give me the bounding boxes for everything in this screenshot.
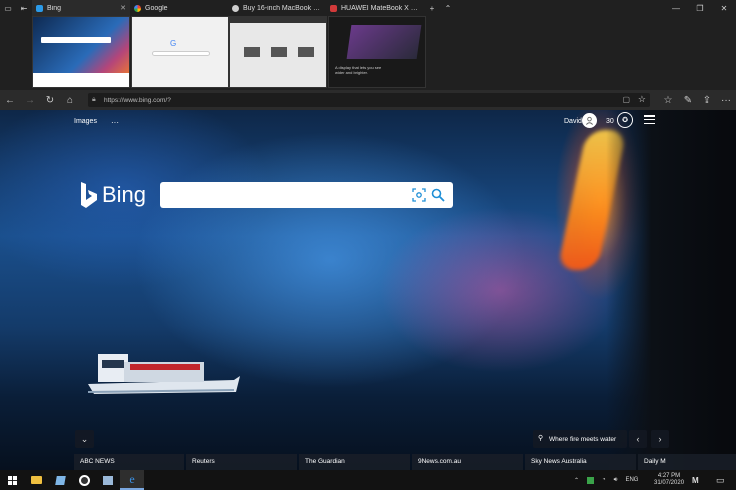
outlook-icon[interactable] xyxy=(96,470,120,490)
tab-macbook[interactable]: Buy 16-inch MacBook Pro - xyxy=(228,0,326,16)
tab-bing[interactable]: Bing ✕ xyxy=(32,0,130,16)
search-icon[interactable] xyxy=(431,188,445,202)
clock[interactable]: 4:27 PM 31/07/2020 xyxy=(654,470,684,490)
boat-image xyxy=(87,354,240,394)
lock-icon: 🔒︎ xyxy=(92,96,96,103)
reading-view-icon[interactable]: ▢ xyxy=(622,95,630,104)
more-icon[interactable]: ··· xyxy=(716,90,736,110)
previous-image-button[interactable]: ‹ xyxy=(629,430,647,448)
next-image-button[interactable]: › xyxy=(651,430,669,448)
location-pin-icon: ⚲ xyxy=(538,435,544,442)
preview-bing[interactable] xyxy=(32,16,130,88)
image-caption-button[interactable]: ⚲ Where fire meets water xyxy=(533,430,627,448)
chrome-icon[interactable] xyxy=(72,470,96,490)
bing-homepage: Images ··· David 30 ✪ Bing ⌄ ⚲ Where fir… xyxy=(0,110,736,470)
search-box[interactable] xyxy=(160,182,453,208)
rewards-medal-icon[interactable]: ✪ xyxy=(617,112,633,128)
visual-search-icon[interactable] xyxy=(412,188,426,202)
news-item[interactable]: Reuters xyxy=(186,454,297,470)
bing-wordmark: Bing xyxy=(102,182,147,207)
cliff-silhouette xyxy=(606,110,736,470)
bing-logo[interactable]: Bing xyxy=(80,182,146,208)
tray-app-icon[interactable] xyxy=(587,476,595,484)
more-nav-icon[interactable]: ··· xyxy=(111,118,119,127)
search-input[interactable] xyxy=(168,186,398,204)
hide-previews-icon[interactable]: ⌃ xyxy=(440,0,456,16)
action-center-icon[interactable]: ▭ xyxy=(716,470,725,490)
address-bar[interactable]: 🔒︎ https://www.bing.com/? ▢ ☆ xyxy=(88,93,650,107)
close-tab-icon[interactable]: ✕ xyxy=(120,4,126,12)
bing-favicon-icon xyxy=(36,4,43,12)
caption-text: Where fire meets water xyxy=(549,435,617,443)
back-icon[interactable]: ← xyxy=(0,90,20,110)
preview-macbook[interactable] xyxy=(229,16,327,88)
tab-previews: G A display that lets you see wider and … xyxy=(0,16,736,90)
network-icon[interactable]: ◔ xyxy=(602,477,606,483)
user-name[interactable]: David xyxy=(564,118,582,125)
share-icon[interactable]: ⇪ xyxy=(697,90,717,110)
preview-huawei[interactable]: A display that lets you see wider and br… xyxy=(328,16,426,88)
news-item[interactable]: ABC NEWS xyxy=(74,454,184,470)
app-icon[interactable] xyxy=(48,470,72,490)
tab-title: Bing xyxy=(47,4,62,12)
preview-google[interactable]: G xyxy=(131,16,229,88)
news-strip: ABC NEWS Reuters The Guardian 9News.com.… xyxy=(74,454,736,470)
google-favicon-icon xyxy=(134,4,141,12)
volume-icon[interactable]: 🔊︎ xyxy=(614,477,618,484)
edge-window: ▭ ⇤ Bing ✕ Google Buy 16-inch MacBook Pr… xyxy=(0,0,736,490)
avatar-icon[interactable] xyxy=(582,113,597,128)
new-tab-icon[interactable]: + xyxy=(424,0,440,16)
news-item[interactable]: Daily M xyxy=(638,454,736,470)
minimize-icon[interactable]: — xyxy=(664,0,688,16)
news-item[interactable]: The Guardian xyxy=(299,454,410,470)
images-link[interactable]: Images xyxy=(74,118,97,125)
news-item[interactable]: Sky News Australia xyxy=(525,454,636,470)
apple-favicon-icon xyxy=(232,4,239,12)
language-indicator[interactable]: ENG xyxy=(625,477,638,483)
tab-google[interactable]: Google xyxy=(130,0,228,16)
show-hidden-icons-icon[interactable]: ⌃ xyxy=(574,477,579,484)
favorites-hub-icon[interactable]: ☆ xyxy=(658,90,678,110)
start-windows-icon[interactable] xyxy=(0,470,24,490)
huawei-favicon-icon xyxy=(330,4,337,12)
navigation-bar: ← → ↻ ⌂ 🔒︎ https://www.bing.com/? ▢ ☆ ☆ … xyxy=(0,90,736,110)
tab-title: Buy 16-inch MacBook Pro - xyxy=(243,4,322,12)
edge-taskbar-icon[interactable]: e xyxy=(120,470,144,490)
favorite-star-icon[interactable]: ☆ xyxy=(638,94,646,105)
preview-caption: A display that lets you see wider and br… xyxy=(335,65,382,75)
tab-title: Google xyxy=(145,4,168,12)
clock-date: 31/07/2020 xyxy=(654,480,685,486)
tab-title: HUAWEI MateBook X Pro 2I xyxy=(341,4,420,12)
file-explorer-icon[interactable] xyxy=(24,470,48,490)
bing-b-icon xyxy=(81,182,97,208)
forward-icon[interactable]: → xyxy=(20,90,40,110)
chevron-left-icon: ‹ xyxy=(636,434,640,444)
close-window-icon[interactable]: ✕ xyxy=(712,0,736,16)
windows-taskbar: e ⌃ ◔ 🔊︎ ENG 4:27 PM 31/07/2020 M ▭ xyxy=(0,470,736,490)
url-text: https://www.bing.com/? xyxy=(104,96,171,104)
rewards-points: 30 xyxy=(606,118,614,125)
tab-huawei[interactable]: HUAWEI MateBook X Pro 2I xyxy=(326,0,424,16)
tab-actions-icon[interactable]: ▭ xyxy=(0,0,16,16)
tab-strip: ▭ ⇤ Bing ✕ Google Buy 16-inch MacBook Pr… xyxy=(0,0,736,16)
scroll-down-button[interactable]: ⌄ xyxy=(75,430,94,448)
chevron-right-icon: › xyxy=(658,434,662,444)
home-icon[interactable]: ⌂ xyxy=(60,90,80,110)
tray-m-icon[interactable]: M xyxy=(692,470,699,490)
clock-time: 4:27 PM xyxy=(657,473,681,479)
pen-icon[interactable]: ✎ xyxy=(678,90,698,110)
set-aside-tabs-icon[interactable]: ⇤ xyxy=(16,0,32,16)
restore-icon[interactable]: ❐ xyxy=(688,0,712,16)
refresh-icon[interactable]: ↻ xyxy=(40,90,60,110)
chevron-down-icon: ⌄ xyxy=(80,433,89,444)
news-item[interactable]: 9News.com.au xyxy=(412,454,523,470)
system-tray: ⌃ ◔ 🔊︎ ENG xyxy=(574,470,638,490)
hamburger-menu-icon[interactable] xyxy=(644,115,655,124)
